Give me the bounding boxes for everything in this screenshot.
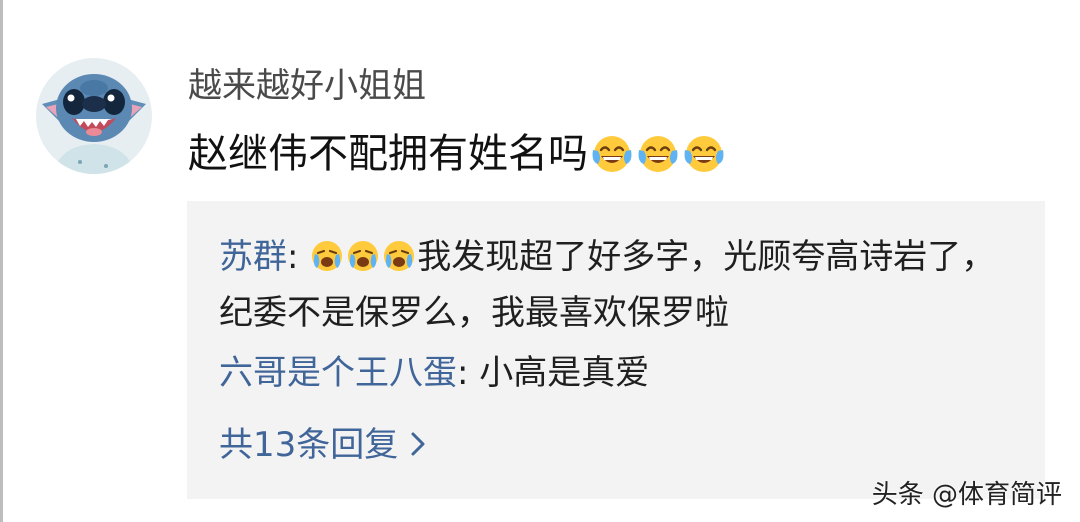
reply-item[interactable]: 六哥是个王八蛋: 小高是真爱 <box>219 345 999 401</box>
laughing-crying-emoji-icon <box>682 134 726 174</box>
reply-separator: : <box>457 353 480 393</box>
reply-text: 小高是真爱 <box>479 353 650 393</box>
reply-item[interactable]: 苏群: 我发现超了好多字，光顾夸高诗岩了，纪委不是保罗么，我最喜欢保罗啦 <box>219 229 999 341</box>
view-all-replies-label: 共13条回复 <box>219 425 399 465</box>
comment-username[interactable]: 越来越好小姐姐 <box>188 64 426 108</box>
left-border <box>0 0 3 522</box>
stitch-avatar-icon <box>36 58 152 174</box>
comment-text: 赵继伟不配拥有姓名吗 <box>188 131 588 177</box>
chevron-right-icon <box>410 431 426 457</box>
watermark: 头条 @体育简评 <box>871 480 1062 510</box>
user-avatar[interactable] <box>36 58 152 174</box>
reply-separator: : <box>287 237 310 277</box>
crying-emoji-icon <box>382 239 416 273</box>
crying-emoji-icon <box>310 239 344 273</box>
comment-body: 赵继伟不配拥有姓名吗 <box>188 126 726 182</box>
view-all-replies-link[interactable]: 共13条回复 <box>219 419 426 471</box>
laughing-crying-emoji-icon <box>636 134 680 174</box>
reply-author[interactable]: 六哥是个王八蛋 <box>219 353 457 393</box>
laughing-crying-emoji-icon <box>590 134 634 174</box>
crying-emoji-icon <box>346 239 380 273</box>
reply-author[interactable]: 苏群 <box>219 237 287 277</box>
replies-box[interactable]: 苏群: 我发现超了好多字，光顾夸高诗岩了，纪委不是保罗么，我最喜欢保罗啦 六哥是… <box>187 201 1045 499</box>
